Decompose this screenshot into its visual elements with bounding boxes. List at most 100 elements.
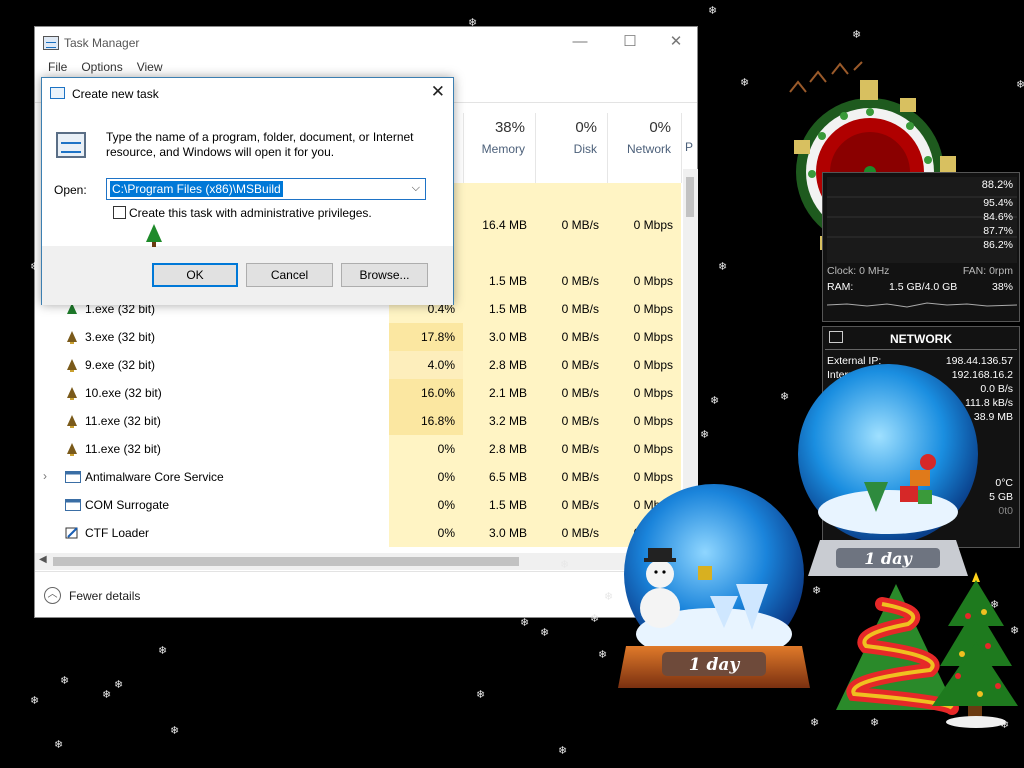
minimize-button[interactable]: — bbox=[557, 29, 603, 55]
scroll-left-icon[interactable]: ◀ bbox=[39, 554, 47, 565]
snowflake-icon: ❄ bbox=[540, 627, 550, 639]
dialog-close-icon[interactable]: ✕ bbox=[431, 82, 445, 102]
cell-net: 0 Mbps bbox=[607, 407, 681, 435]
cancel-button[interactable]: Cancel bbox=[246, 263, 333, 287]
cpu-row-1: 95.4% bbox=[827, 197, 1015, 209]
open-input-value[interactable]: C:\Program Files (x86)\MSBuild bbox=[110, 181, 283, 197]
snowflake-icon: ❄ bbox=[30, 695, 40, 707]
cell-cpu: 0% bbox=[389, 435, 463, 463]
expand-chevron-icon[interactable]: › bbox=[43, 469, 47, 483]
cpu-value-0: 88.2% bbox=[981, 179, 1013, 191]
column-header-disk[interactable]: 0% Disk bbox=[535, 113, 607, 183]
cell-mem: 1.5 MB bbox=[463, 295, 535, 323]
cell-disk: 0 MB/s bbox=[535, 407, 607, 435]
process-name: Antimalware Core Service bbox=[85, 470, 224, 484]
table-row[interactable]: 11.exe (32 bit) 0% 2.8 MB 0 MB/s 0 Mbps bbox=[35, 435, 685, 463]
table-row[interactable]: 10.exe (32 bit) 16.0% 2.1 MB 0 MB/s 0 Mbps bbox=[35, 379, 685, 407]
title-bar: Task Manager — ☐ ✕ bbox=[35, 27, 697, 57]
snowglobe-left-label: 1 day bbox=[689, 655, 741, 675]
cpu-value-4: 86.2% bbox=[983, 239, 1013, 251]
admin-privileges-checkbox[interactable] bbox=[113, 206, 126, 219]
footer: ︿ Fewer details bbox=[35, 571, 697, 617]
table-row[interactable]: 11.exe (32 bit) 16.8% 3.2 MB 0 MB/s 0 Mbps bbox=[35, 407, 685, 435]
cell-mem: 3.2 MB bbox=[463, 407, 535, 435]
task-manager-icon bbox=[43, 36, 59, 50]
open-combobox[interactable]: C:\Program Files (x86)\MSBuild ⌵ bbox=[106, 178, 426, 200]
disk-percent: 0% bbox=[575, 119, 597, 136]
snowflake-icon: ❄ bbox=[852, 29, 862, 41]
service-window-icon bbox=[65, 498, 81, 512]
bell-icon bbox=[65, 414, 79, 428]
menu-view[interactable]: View bbox=[130, 60, 170, 74]
cell-net: 0 Mbps bbox=[607, 211, 681, 239]
table-row[interactable]: COM Surrogate 0% 1.5 MB 0 MB/s 0 Mbps bbox=[35, 491, 685, 519]
cell-mem: 2.8 MB bbox=[463, 351, 535, 379]
cell-cpu: 17.8% bbox=[389, 323, 463, 351]
ram-value: 1.5 GB/4.0 GB bbox=[889, 281, 958, 293]
cell-mem: 3.0 MB bbox=[463, 323, 535, 351]
cell-disk: 0 MB/s bbox=[535, 491, 607, 519]
bell-icon bbox=[65, 386, 79, 400]
snowflake-icon: ❄ bbox=[114, 679, 124, 691]
cell-cpu: 16.0% bbox=[389, 379, 463, 407]
cell-disk bbox=[535, 183, 607, 211]
table-row[interactable]: 9.exe (32 bit) 4.0% 2.8 MB 0 MB/s 0 Mbps bbox=[35, 351, 685, 379]
tree-cursor-icon bbox=[146, 224, 162, 247]
ram-label: RAM: bbox=[827, 281, 854, 293]
cell-net bbox=[607, 183, 681, 211]
dialog-title: Create new task bbox=[72, 87, 159, 101]
cell-cpu: 0% bbox=[389, 519, 463, 547]
horizontal-scroll-thumb[interactable] bbox=[53, 557, 519, 566]
power-label-cut: P bbox=[685, 140, 694, 154]
process-name: 11.exe (32 bit) bbox=[85, 414, 161, 428]
menu-file[interactable]: File bbox=[41, 60, 74, 74]
snowflake-icon: ❄ bbox=[30, 261, 40, 273]
horizontal-scrollbar[interactable]: ◀ bbox=[35, 553, 699, 570]
window-title: Task Manager bbox=[64, 36, 140, 50]
column-header-network[interactable]: 0% Network bbox=[607, 113, 681, 183]
cell-net: 0 Mbps bbox=[607, 267, 681, 295]
disk-value: 5 GB bbox=[989, 491, 1013, 503]
cell-cpu: 0% bbox=[389, 463, 463, 491]
snowflake-icon: ❄ bbox=[700, 429, 710, 441]
cell-net: 0 Mbps bbox=[607, 351, 681, 379]
cpu-ram-gadget[interactable]: 88.2% 95.4% 84.6% 87.7% 86.2% Clock: 0 M… bbox=[822, 172, 1020, 322]
cell-mem: 2.8 MB bbox=[463, 435, 535, 463]
snowflake-icon: ❄ bbox=[740, 77, 750, 89]
admin-privileges-label[interactable]: Create this task with administrative pri… bbox=[129, 206, 372, 220]
snowglobe-left-gadget[interactable]: 1 day bbox=[612, 484, 822, 714]
create-new-task-dialog: Create new task ✕ Type the name of a pro… bbox=[41, 77, 454, 305]
vertical-scroll-thumb[interactable] bbox=[686, 177, 694, 217]
ram-row: RAM: 1.5 GB/4.0 GB 38% bbox=[827, 281, 1015, 293]
snowflake-icon: ❄ bbox=[560, 559, 570, 571]
snowflake-icon: ❄ bbox=[590, 613, 600, 625]
cell-disk: 0 MB/s bbox=[535, 211, 607, 239]
cell-net: 0 Mbps bbox=[607, 379, 681, 407]
cpu-row-3: 87.7% bbox=[827, 225, 1015, 237]
run-icon bbox=[50, 87, 65, 99]
menu-options[interactable]: Options bbox=[74, 60, 129, 74]
close-button[interactable]: ✕ bbox=[653, 29, 699, 55]
browse-button[interactable]: Browse... bbox=[341, 263, 428, 287]
process-name: 9.exe (32 bit) bbox=[85, 358, 156, 372]
table-row[interactable]: CTF Loader0%3.0 MB0 MB/s0 Mbps bbox=[35, 519, 685, 547]
cpu-row-0: 88.2% bbox=[827, 179, 1015, 191]
clock-fan-row: Clock: 0 MHz FAN: 0rpm bbox=[827, 265, 1015, 277]
network-title: NETWORK bbox=[890, 332, 952, 346]
cell-disk: 0 MB/s bbox=[535, 379, 607, 407]
snowflake-icon: ❄ bbox=[810, 717, 820, 729]
maximize-button[interactable]: ☐ bbox=[607, 29, 653, 55]
chevron-up-icon[interactable]: ︿ bbox=[44, 587, 61, 604]
dialog-title-bar: Create new task ✕ bbox=[42, 78, 453, 108]
fewer-details-link[interactable]: Fewer details bbox=[69, 589, 140, 603]
cpu-value-1: 95.4% bbox=[983, 197, 1013, 209]
column-header-memory[interactable]: 38% Memory bbox=[463, 113, 535, 183]
ram-graph bbox=[827, 302, 1017, 308]
ok-button[interactable]: OK bbox=[152, 263, 238, 287]
service-window-icon bbox=[65, 470, 81, 484]
cell-mem bbox=[463, 183, 535, 211]
cell-mem: 1.5 MB bbox=[463, 491, 535, 519]
table-row[interactable]: › Antimalware Core Service 0% 6.5 MB 0 MB/s 0… bbox=[35, 463, 685, 491]
table-row[interactable]: 3.exe (32 bit) 17.8% 3.0 MB 0 MB/s 0 Mbps bbox=[35, 323, 685, 351]
chevron-down-icon[interactable]: ⌵ bbox=[412, 182, 420, 195]
